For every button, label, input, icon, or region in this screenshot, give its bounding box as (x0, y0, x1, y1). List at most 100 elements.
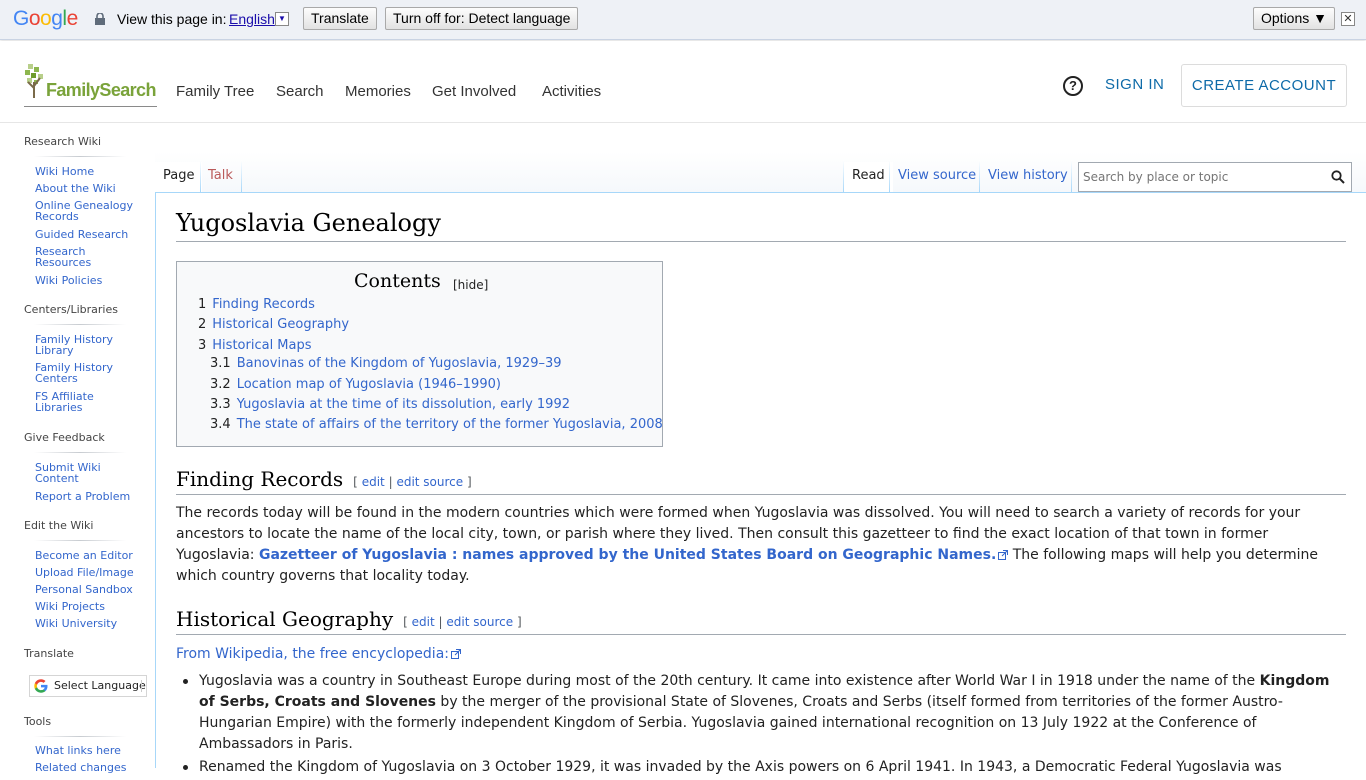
toc-item[interactable]: 1 Finding Records (198, 297, 315, 312)
sidebar-item-become-an-editor[interactable]: Become an Editor (35, 550, 145, 561)
section-heading-text: Finding Records (176, 467, 344, 491)
language-select[interactable]: English (229, 11, 275, 27)
sidebar-item-about-the-wiki[interactable]: About the Wiki (35, 183, 145, 194)
familysearch-logo[interactable]: FamilySearch (24, 64, 157, 107)
tab-divider (241, 160, 242, 192)
finding-records-paragraph: The records today will be found in the m… (176, 503, 1336, 587)
nav-memories[interactable]: Memories (345, 83, 411, 100)
separator-text: | (388, 475, 393, 489)
edit-link[interactable]: edit (362, 475, 385, 489)
tree-logo-icon (25, 64, 43, 98)
external-link-icon (451, 649, 461, 659)
sidebar-item-upload-file-image[interactable]: Upload File/Image (35, 567, 145, 578)
external-link-icon (998, 550, 1009, 560)
translate-button[interactable]: Translate (303, 7, 377, 30)
wikipedia-source-line: From Wikipedia, the free encyclopedia: (176, 644, 1336, 665)
list-item: Yugoslavia was a country in Southeast Eu… (183, 671, 1344, 755)
sidebar-item-guided-research[interactable]: Guided Research (35, 229, 145, 240)
nav-get-involved[interactable]: Get Involved (432, 83, 516, 100)
sidebar-item-report-a-problem[interactable]: Report a Problem (35, 491, 145, 502)
select-language-label: Select Language (54, 679, 146, 692)
logo-text: FamilySearch (46, 80, 156, 100)
google-logo: Google (13, 7, 78, 30)
toc-item[interactable]: 3.1 Banovinas of the Kingdom of Yugoslavi… (210, 356, 562, 371)
wiki-search-input[interactable] (1079, 163, 1329, 191)
toc-label: Location map of Yugoslavia (1946–1990) (236, 377, 501, 392)
sidebar-heading-give-feedback: Give Feedback (24, 431, 105, 444)
section-heading-text: Historical Geography (176, 607, 394, 631)
edit-source-link[interactable]: edit source (446, 615, 513, 629)
list-item-text: Renamed the Kingdom of Yugoslavia on 3 O… (199, 759, 1282, 775)
sidebar-item-family-history-centers[interactable]: Family History Centers (35, 362, 115, 384)
sidebar-separator (34, 736, 126, 737)
toc-item[interactable]: 3.2 Location map of Yugoslavia (1946–1990… (210, 377, 501, 392)
help-icon[interactable]: ? (1063, 76, 1083, 96)
edit-section-links: [ edit | edit source ] (353, 475, 471, 489)
edit-section-links: [ edit | edit source ] (403, 615, 521, 629)
close-icon[interactable]: ✕ (1341, 12, 1355, 26)
edit-source-link[interactable]: edit source (396, 475, 463, 489)
sidebar-item-research-resources[interactable]: Research Resources (35, 246, 105, 268)
options-button[interactable]: Options ▼ (1253, 7, 1335, 30)
sidebar-item-wiki-home[interactable]: Wiki Home (35, 166, 145, 177)
site-header: FamilySearch Family Tree Search Memories… (0, 41, 1366, 123)
tab-view-source[interactable]: View source (890, 162, 984, 192)
toc-label: The state of affairs of the territory of… (236, 417, 663, 432)
bracket-text: [ (403, 615, 408, 629)
section-heading-finding-records: Finding Records [ edit | edit source ] (176, 467, 1346, 495)
toc-item[interactable]: 3 Historical Maps (198, 338, 312, 353)
sidebar-separator (34, 540, 126, 541)
turn-off-button[interactable]: Turn off for: Detect language (385, 7, 579, 30)
toc-item[interactable]: 2 Historical Geography (198, 317, 349, 332)
bracket-text: ] (516, 615, 522, 629)
list-item-text: Yugoslavia was a country in Southeast Eu… (199, 673, 1260, 689)
sidebar-heading-centers-libraries: Centers/Libraries (24, 303, 118, 316)
sidebar-item-fs-affiliate-libraries[interactable]: FS Affiliate Libraries (35, 391, 105, 413)
sidebar-item-submit-wiki-content[interactable]: Submit Wiki Content (35, 462, 110, 484)
language-dropdown-arrow-icon[interactable]: ▼ (275, 12, 289, 26)
wiki-search-box (1078, 162, 1352, 192)
view-page-text: View this page in: (117, 11, 227, 27)
dropdown-divider (141, 680, 142, 692)
toc-label: Banovinas of the Kingdom of Yugoslavia, … (236, 356, 562, 371)
sidebar-item-wiki-policies[interactable]: Wiki Policies (35, 275, 145, 286)
sidebar-item-what-links-here[interactable]: What links here (35, 745, 145, 756)
sign-in-link[interactable]: SIGN IN (1105, 76, 1164, 93)
tab-page[interactable]: Page (155, 162, 203, 192)
toc-number: 2 (198, 317, 207, 332)
toc-number: 3.1 (210, 356, 231, 371)
wikipedia-link[interactable]: From Wikipedia, the free encyclopedia: (176, 646, 449, 662)
sidebar-item-wiki-university[interactable]: Wiki University (35, 618, 145, 629)
gazetteer-link[interactable]: Gazetteer of Yugoslavia : names approved… (259, 547, 996, 563)
toc-label: Finding Records (212, 297, 315, 312)
bracket-text: [ (353, 475, 358, 489)
sidebar-item-online-genealogy-records[interactable]: Online Genealogy Records (35, 200, 135, 222)
select-language-dropdown[interactable]: Select Language (29, 675, 147, 697)
page-title: Yugoslavia Genealogy (176, 209, 1346, 242)
search-icon[interactable] (1331, 170, 1345, 184)
toc-item[interactable]: 3.4 The state of affairs of the territory… (210, 417, 663, 432)
toc-number: 1 (198, 297, 207, 312)
toc-title: Contents (354, 270, 441, 292)
google-g-icon (34, 679, 48, 693)
toc-item[interactable]: 3.3 Yugoslavia at the time of its dissolu… (210, 397, 570, 412)
edit-link[interactable]: edit (412, 615, 435, 629)
sidebar-heading-edit-the-wiki: Edit the Wiki (24, 519, 94, 532)
sidebar-item-family-history-library[interactable]: Family History Library (35, 334, 115, 356)
tab-view-history[interactable]: View history (980, 162, 1076, 192)
toc-number: 3 (198, 338, 207, 353)
translate-bar: Google View this page in: English ▼ Tran… (0, 0, 1366, 40)
sidebar-item-personal-sandbox[interactable]: Personal Sandbox (35, 584, 145, 595)
toc-hide-toggle[interactable]: [hide] (453, 278, 488, 292)
bracket-text: ] (466, 475, 472, 489)
create-account-button[interactable]: CREATE ACCOUNT (1181, 64, 1347, 107)
sidebar-item-wiki-projects[interactable]: Wiki Projects (35, 601, 145, 612)
nav-search[interactable]: Search (276, 83, 324, 100)
nav-family-tree[interactable]: Family Tree (176, 83, 254, 100)
toc-label: Yugoslavia at the time of its dissolutio… (236, 397, 570, 412)
tab-divider (1071, 160, 1072, 192)
sidebar-separator (34, 156, 126, 157)
tab-talk[interactable]: Talk (200, 162, 241, 192)
tab-read[interactable]: Read (844, 162, 893, 192)
nav-activities[interactable]: Activities (542, 83, 601, 100)
